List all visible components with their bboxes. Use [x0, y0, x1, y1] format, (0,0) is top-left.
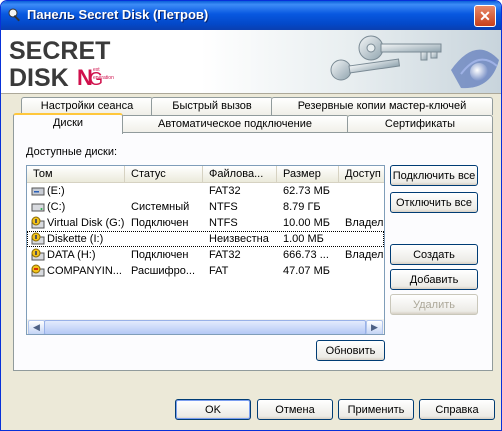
cell-status	[131, 183, 203, 199]
cell-fs: NTFS	[209, 201, 238, 213]
disconnect-all-button[interactable]: Отключить все	[390, 192, 478, 213]
available-disks-label: Доступные диски:	[26, 146, 118, 158]
cell-fs: FAT	[209, 265, 229, 277]
column-size[interactable]: Размер	[277, 166, 339, 182]
cell-status: Подключен	[131, 249, 189, 261]
disk-list-header: Том Статус Файлова... Размер Доступ	[27, 166, 384, 183]
cell-fs: FAT32	[209, 249, 241, 261]
cell-volume: (C:)	[47, 201, 66, 213]
cell-access: Владел	[345, 217, 384, 229]
tab-auto-connect[interactable]: Автоматическое подключение	[121, 115, 349, 133]
refresh-button[interactable]: Обновить	[316, 340, 385, 361]
svg-text:ext: ext	[93, 67, 100, 73]
cell-status: Подключен	[131, 217, 189, 229]
cell-size: 666.73 ...	[283, 249, 329, 261]
keys-illustration	[330, 35, 499, 89]
delete-button[interactable]: Удалить	[390, 294, 478, 315]
arrow-right-icon: ▶	[371, 322, 378, 332]
secret-disk-window: Панель Secret Disk (Петров) ✕ SECRET DIS…	[0, 0, 502, 431]
cell-access	[345, 183, 384, 199]
column-volume[interactable]: Том	[27, 166, 125, 182]
cell-status: Системный	[131, 201, 190, 213]
svg-text:DISK: DISK	[9, 64, 69, 89]
disks-panel: Доступные диски: Том Статус Файлова... Р…	[13, 132, 493, 371]
arrow-left-icon: ◀	[33, 322, 40, 332]
disk-list[interactable]: Том Статус Файлова... Размер Доступ (E:)…	[26, 165, 385, 335]
tab-disks[interactable]: Диски	[13, 113, 123, 134]
cell-access	[345, 263, 384, 279]
cell-volume: Diskette (I:)	[47, 233, 104, 245]
ok-button[interactable]: OK	[175, 399, 251, 420]
cell-size: 62.73 МБ	[283, 185, 330, 197]
column-access[interactable]: Доступ	[339, 166, 384, 182]
cell-volume: DATA (H:)	[47, 249, 96, 261]
create-button[interactable]: Создать	[390, 244, 478, 265]
disk-row[interactable]: Diskette (I:) Неизвестна 1.00 МБ	[27, 231, 384, 247]
disk-row[interactable]: (C:) Системный NTFS 8.79 ГБ	[27, 199, 384, 215]
scroll-right-button[interactable]: ▶	[366, 320, 383, 334]
cell-fs: NTFS	[209, 217, 238, 229]
scroll-left-button[interactable]: ◀	[28, 320, 45, 334]
secret-drive-icon	[31, 216, 45, 229]
cell-access: Владел	[345, 249, 384, 261]
cell-size: 47.07 МБ	[283, 265, 330, 277]
connect-all-button[interactable]: Подключить все	[390, 165, 478, 186]
cell-status: Расшифро...	[131, 265, 196, 277]
cell-volume: COMPANYIN...	[47, 265, 122, 277]
apply-button[interactable]: Применить	[338, 399, 414, 420]
cell-size: 1.00 МБ	[283, 233, 324, 245]
tab-quick-access[interactable]: Быстрый вызов	[151, 97, 273, 115]
disk-row[interactable]: Virtual Disk (G:) Подключен NTFS 10.00 МБ Вл…	[27, 215, 384, 231]
disk-row[interactable]: COMPANYIN... Расшифро... FAT 47.07 МБ	[27, 263, 384, 279]
svg-text:eneration: eneration	[93, 75, 114, 81]
secret-disk-logo: SECRET DISK N G ext eneration	[9, 37, 114, 89]
cell-fs: Неизвестна	[209, 233, 269, 245]
cell-size: 10.00 МБ	[283, 217, 330, 229]
window-title: Панель Secret Disk (Петров)	[27, 7, 209, 22]
add-button[interactable]: Добавить	[390, 269, 478, 290]
column-status[interactable]: Статус	[125, 166, 203, 182]
decrypting-drive-icon	[31, 264, 45, 277]
cell-status	[131, 231, 203, 247]
scroll-thumb[interactable]	[44, 320, 366, 334]
close-button[interactable]: ✕	[474, 5, 496, 27]
close-icon: ✕	[479, 8, 491, 24]
help-button[interactable]: Справка	[419, 399, 495, 420]
title-bar[interactable]: Панель Secret Disk (Петров) ✕	[1, 1, 501, 30]
cell-volume: Virtual Disk (G:)	[47, 217, 125, 229]
cancel-button[interactable]: Отмена	[257, 399, 333, 420]
tab-row-front: Диски Автоматическое подключение Сертифи…	[13, 113, 493, 134]
horizontal-scrollbar[interactable]: ◀ ▶	[27, 319, 384, 334]
cell-size: 8.79 ГБ	[283, 201, 321, 213]
disk-row[interactable]: DATA (H:) Подключен FAT32 666.73 ... Владел	[27, 247, 384, 263]
removable-drive-icon	[31, 187, 45, 196]
tab-certificates[interactable]: Сертификаты	[347, 115, 493, 133]
header-banner: SECRET DISK N G ext eneration	[1, 30, 501, 94]
tab-master-key-backups[interactable]: Резервные копии мастер-ключей	[271, 97, 493, 115]
cell-access	[345, 199, 384, 215]
hard-drive-icon	[31, 203, 45, 212]
app-icon	[8, 8, 20, 22]
cell-volume: (E:)	[47, 185, 65, 197]
svg-text:SECRET: SECRET	[9, 37, 110, 65]
secret-drive-icon	[31, 248, 45, 261]
cell-access	[345, 231, 384, 247]
disk-row[interactable]: (E:) FAT32 62.73 МБ	[27, 183, 384, 199]
column-filesystem[interactable]: Файлова...	[203, 166, 277, 182]
cell-fs: FAT32	[209, 185, 241, 197]
secret-drive-icon	[31, 232, 45, 245]
